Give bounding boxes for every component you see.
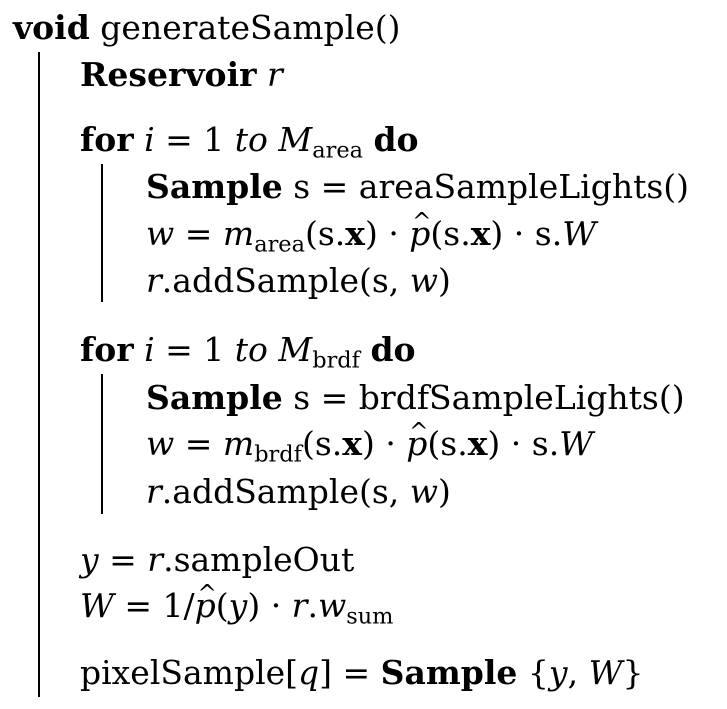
arg-tail: ) · s. xyxy=(490,214,563,253)
mis-weight-subscript: area xyxy=(254,231,305,258)
var-r: r xyxy=(291,586,308,625)
position-x: x xyxy=(345,214,365,253)
add-sample-call: .addSample(s, xyxy=(161,261,410,300)
var-y: y xyxy=(548,653,568,692)
area-loop-body-bar xyxy=(101,164,103,302)
mis-weight-m: m xyxy=(222,214,255,253)
assign-equals: ] = xyxy=(319,653,381,692)
var-r: r xyxy=(267,55,283,94)
area-sample-statement: Sample s = areaSampleLights() xyxy=(146,167,689,207)
keyword-do: do xyxy=(370,330,416,369)
call-close: ) xyxy=(438,261,451,300)
position-x-2: x xyxy=(467,424,488,463)
var-w: w xyxy=(409,261,439,300)
equals-sign: = xyxy=(174,424,223,463)
var-w: w xyxy=(409,472,439,511)
function-body-bar xyxy=(38,52,40,697)
mis-weight-subscript: brdf xyxy=(254,441,302,468)
function-name: generateSample() xyxy=(100,8,401,47)
keyword-for: for xyxy=(80,120,134,159)
area-weight-statement: w = marea(s.x) · p(s.x) · s.W xyxy=(146,202,597,256)
equals-sign: = xyxy=(174,214,223,253)
sample-assignment: s = brdfSampleLights() xyxy=(282,378,685,417)
position-x: x xyxy=(342,424,362,463)
comma: , xyxy=(567,653,589,692)
sample-weight-W: W xyxy=(559,424,594,463)
keyword-sample: Sample xyxy=(146,378,283,417)
bound-m: M xyxy=(278,330,313,369)
reservoir-declaration: Reservoir r xyxy=(80,55,283,95)
brace-close: } xyxy=(622,653,644,692)
arg-open-2: (s. xyxy=(427,424,468,463)
equals-reciprocal: = 1/ xyxy=(113,586,195,625)
keyword-for: for xyxy=(80,330,134,369)
var-y: y xyxy=(228,586,248,625)
brdf-add-sample-statement: r.addSample(s, w) xyxy=(146,472,451,512)
arg-mid: ) · xyxy=(361,424,407,463)
paren-open: ( xyxy=(215,586,229,625)
arg-open: (s. xyxy=(301,424,343,463)
w-sum-subscript: sum xyxy=(346,603,394,630)
arg-tail: ) · s. xyxy=(487,424,560,463)
call-close: ) xyxy=(438,472,451,511)
weight-statement: W = 1/p(y) · r.wsum xyxy=(80,574,393,628)
mis-weight-m: m xyxy=(222,424,255,463)
arg-open-2: (s. xyxy=(430,214,471,253)
keyword-void: void xyxy=(13,8,90,47)
sample-weight-W: W xyxy=(562,214,597,253)
keyword-sample: Sample xyxy=(146,167,283,206)
member-dot: . xyxy=(307,586,318,625)
init-equals: = 1 xyxy=(154,330,235,369)
brace-open: { xyxy=(517,653,549,692)
keyword-do: do xyxy=(373,120,419,159)
position-x-2: x xyxy=(470,214,491,253)
keyword-reservoir: Reservoir xyxy=(80,55,257,94)
var-w: w xyxy=(317,586,347,625)
var-r: r xyxy=(146,472,162,511)
bound-subscript: brdf xyxy=(312,347,360,374)
bound-subscript: area xyxy=(312,137,363,164)
var-w: w xyxy=(146,214,175,253)
arg-open: (s. xyxy=(304,214,346,253)
function-header: void generateSample() xyxy=(13,8,401,48)
brdf-loop-header: for i = 1 to Mbrdf do xyxy=(80,330,416,372)
var-W: W xyxy=(80,586,114,625)
paren-close: ) · xyxy=(247,586,292,625)
target-pdf-p-hat: p xyxy=(195,574,217,626)
var-y: y xyxy=(80,540,99,579)
bound-m: M xyxy=(278,120,313,159)
algorithm-listing: void generateSample() Reservoir r for i … xyxy=(0,0,727,709)
var-r: r xyxy=(147,540,164,579)
var-w: w xyxy=(146,424,175,463)
var-i: i xyxy=(144,120,155,159)
keyword-to: to xyxy=(234,120,268,159)
var-i: i xyxy=(144,330,155,369)
target-pdf-p-hat: p xyxy=(406,412,428,464)
sample-assignment: s = areaSampleLights() xyxy=(282,167,690,206)
arg-mid: ) · xyxy=(364,214,410,253)
var-q: q xyxy=(298,653,320,692)
equals-sign: = xyxy=(98,540,148,579)
var-W: W xyxy=(588,653,623,692)
add-sample-call: .addSample(s, xyxy=(161,472,410,511)
sample-out-field: .sampleOut xyxy=(163,540,355,579)
pixel-sample-lhs: pixelSample[ xyxy=(80,653,299,692)
keyword-to: to xyxy=(234,330,268,369)
area-add-sample-statement: r.addSample(s, w) xyxy=(146,261,451,301)
sample-out-statement: y = r.sampleOut xyxy=(80,540,354,580)
target-pdf-p-hat: p xyxy=(409,202,431,254)
var-r: r xyxy=(146,261,162,300)
brdf-weight-statement: w = mbrdf(s.x) · p(s.x) · s.W xyxy=(146,412,594,466)
brdf-loop-body-bar xyxy=(101,374,103,514)
init-equals: = 1 xyxy=(154,120,235,159)
pixel-sample-assignment: pixelSample[q] = Sample {y, W} xyxy=(80,653,643,693)
area-loop-header: for i = 1 to Marea do xyxy=(80,120,419,162)
keyword-sample: Sample xyxy=(380,653,518,692)
